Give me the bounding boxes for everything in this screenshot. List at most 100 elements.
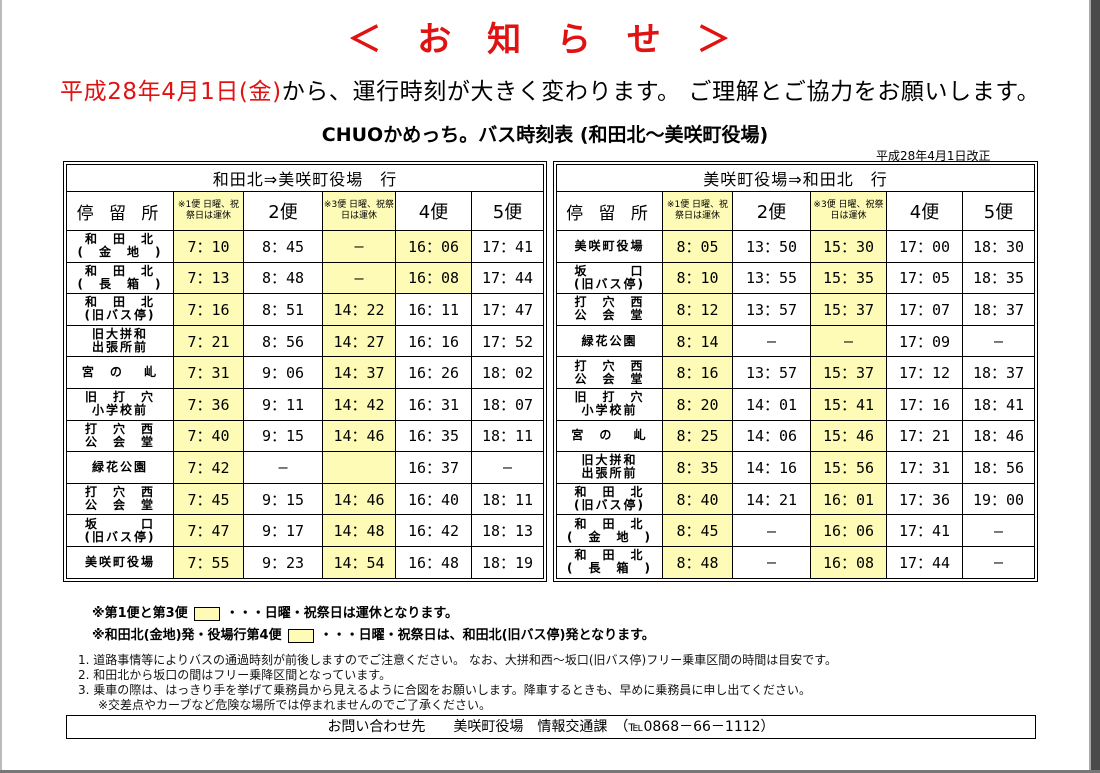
intro-text: 平成28年4月1日(金)から、運行時刻が大きく変わります。 ご理解とご協力をお願… — [60, 72, 1090, 106]
stop-name: 旧 打 穴 小学校前 — [556, 387, 663, 421]
legend-2-suffix: ・・・日曜・祝祭日は、和田北(旧バス停)発となります。 — [319, 628, 655, 643]
stop-name: 宮 の 乢 — [556, 419, 663, 453]
notice-title: ＜ お 知 ら せ ＞ — [347, 20, 743, 60]
header-trip4: 4便 — [886, 191, 963, 231]
departure-time: 8：48 — [662, 545, 733, 579]
departure-time: 17：00 — [886, 230, 963, 263]
header-trip5: 5便 — [471, 191, 544, 231]
legend-2-prefix: ※和田北(金地)発・役場行第4便 — [92, 628, 282, 643]
table-row: 打 穴 西 公 会 堂 8：12 13：57 15：37 17：07 18：37 — [556, 293, 1035, 326]
stop-name: 和 田 北 ( 長 箱 ) — [556, 545, 663, 579]
table-row: 和 田 北 ( 金 地 ) 8：45 ― 16：06 17：41 ― — [556, 514, 1035, 547]
departure-time: 16：40 — [395, 482, 472, 516]
header-trip3: ※3便 日曜、祝祭日は運休 — [810, 191, 887, 231]
departure-time: 16：01 — [810, 482, 887, 516]
table-row: 和 田 北 ( 長 箱 ) 7：13 8：48 ― 16：08 17：44 — [66, 261, 544, 295]
header-trip1: ※1便 日曜、祝祭日は運休 — [173, 191, 244, 231]
departure-time: 7：42 — [173, 451, 244, 484]
departure-time: 18：07 — [471, 387, 544, 421]
legend-highlight-swatch — [287, 628, 314, 643]
departure-time: 16：08 — [810, 545, 887, 579]
departure-time: 15：41 — [810, 387, 887, 421]
departure-time: 15：30 — [810, 230, 887, 263]
legend-1-suffix: ・・・日曜・祝祭日は運休となります。 — [225, 606, 459, 621]
departure-time: 17：41 — [886, 514, 963, 547]
stop-name: 打 穴 西 公 会 堂 — [556, 293, 663, 326]
stop-name: 和 田 北 ( 金 地 ) — [556, 514, 663, 547]
departure-time: 9：15 — [243, 419, 323, 453]
departure-time: 18：30 — [962, 230, 1035, 263]
stop-name: 坂 口 (旧バス停) — [556, 261, 663, 295]
departure-time: 15：37 — [810, 356, 887, 389]
table-row: 宮 の 乢 7：31 9：06 14：37 16：26 18：02 — [66, 356, 544, 389]
departure-time: ― — [732, 545, 811, 579]
departure-time: 8：56 — [243, 324, 323, 358]
outbound-header-row: 停 留 所 ※1便 日曜、祝祭日は運休 2便 ※3便 日曜、祝祭日は運休 4便 5便 — [66, 191, 544, 231]
table-row: 坂 口 (旧バス停) 8：10 13：55 15：35 17：05 18：35 — [556, 261, 1035, 295]
header-trip4: 4便 — [395, 191, 472, 231]
header-stop: 停 留 所 — [66, 191, 174, 231]
departure-time: 18：37 — [962, 293, 1035, 326]
table-row: 和 田 北 (旧バス停) 7：16 8：51 14：22 16：11 17：47 — [66, 293, 544, 326]
stop-name: 坂 口 (旧バス停) — [66, 514, 174, 547]
departure-time: 14：22 — [322, 293, 396, 326]
table-row: 旧 打 穴 小学校前 8：20 14：01 15：41 17：16 18：41 — [556, 387, 1035, 421]
departure-time: 13：50 — [732, 230, 811, 263]
table-row: 和 田 北 (旧バス停) 8：40 14：21 16：01 17：36 19：00 — [556, 482, 1035, 516]
departure-time: 18：41 — [962, 387, 1035, 421]
contact-info: お問い合わせ先 美咲町役場 情報交通課 （℡0868－66－1112） — [66, 715, 1036, 739]
departure-time: ― — [243, 451, 323, 484]
outbound-direction-row: 和田北⇒美咲町役場 行 — [66, 164, 544, 192]
departure-time: 14：48 — [322, 514, 396, 547]
departure-time: 8：45 — [662, 514, 733, 547]
stop-name: 和 田 北 ( 長 箱 ) — [66, 261, 174, 295]
departure-time: 14：54 — [322, 545, 396, 579]
departure-time: 8：51 — [243, 293, 323, 326]
inbound-direction-row: 美咲町役場⇒和田北 行 — [556, 164, 1035, 192]
departure-time — [322, 451, 396, 484]
departure-time: 8：25 — [662, 419, 733, 453]
departure-time: 18：56 — [962, 451, 1035, 484]
departure-time: 16：42 — [395, 514, 472, 547]
timetable-inbound: 美咲町役場⇒和田北 行停 留 所 ※1便 日曜、祝祭日は運休 2便 ※3便 日曜、祝祭… — [553, 161, 1038, 582]
departure-time: 17：52 — [471, 324, 544, 358]
legend-trip4: ※和田北(金地)発・役場行第4便 ・・・日曜・祝祭日は、和田北(旧バス停)発となり… — [92, 624, 655, 643]
departure-time: 15：56 — [810, 451, 887, 484]
table-row: 旧大拼和 出張所前 8：35 14：16 15：56 17：31 18：56 — [556, 451, 1035, 484]
legend-trip1-3: ※第1便と第3便 ・・・日曜・祝祭日は運休となります。 — [92, 602, 458, 621]
departure-time: ― — [732, 324, 811, 358]
departure-time: 7：47 — [173, 514, 244, 547]
table-row: 美咲町役場 8：05 13：50 15：30 17：00 18：30 — [556, 230, 1035, 263]
departure-time: 16：08 — [395, 261, 472, 295]
departure-time: 17：36 — [886, 482, 963, 516]
departure-time: 7：10 — [173, 230, 244, 263]
stop-name: 和 田 北 ( 金 地 ) — [66, 230, 174, 263]
table-row: 旧大拼和 出張所前 7：21 8：56 14：27 16：16 17：52 — [66, 324, 544, 358]
departure-time: 18：35 — [962, 261, 1035, 295]
window-right-edge[interactable] — [1091, 0, 1100, 773]
departure-time: 17：31 — [886, 451, 963, 484]
departure-time: 13：55 — [732, 261, 811, 295]
departure-time: 16：06 — [810, 514, 887, 547]
departure-time: 9：11 — [243, 387, 323, 421]
departure-time: ― — [322, 261, 396, 295]
stop-name: 旧大拼和 出張所前 — [556, 451, 663, 484]
departure-time: 15：35 — [810, 261, 887, 295]
stop-name: 打 穴 西 公 会 堂 — [66, 419, 174, 453]
departure-time: 14：37 — [322, 356, 396, 389]
note-item: ※交差点やカーブなど危険な場所では停まれませんのでご了承ください。 — [98, 698, 491, 712]
departure-time: ― — [732, 514, 811, 547]
stop-name: 和 田 北 (旧バス停) — [556, 482, 663, 516]
departure-time: 14：42 — [322, 387, 396, 421]
departure-time: 8：45 — [243, 230, 323, 263]
table-row: 打 穴 西 公 会 堂 7：45 9：15 14：46 16：40 18：11 — [66, 482, 544, 516]
table-row: 坂 口 (旧バス停) 7：47 9：17 14：48 16：42 18：13 — [66, 514, 544, 547]
departure-time: 7：16 — [173, 293, 244, 326]
departure-time: 7：40 — [173, 419, 244, 453]
stop-name: 旧 打 穴 小学校前 — [66, 387, 174, 421]
departure-time: 14：27 — [322, 324, 396, 358]
legend-1-prefix: ※第1便と第3便 — [92, 606, 188, 621]
departure-time: 9：15 — [243, 482, 323, 516]
intro-date: 平成28年4月1日(金) — [60, 79, 282, 105]
departure-time: 7：13 — [173, 261, 244, 295]
